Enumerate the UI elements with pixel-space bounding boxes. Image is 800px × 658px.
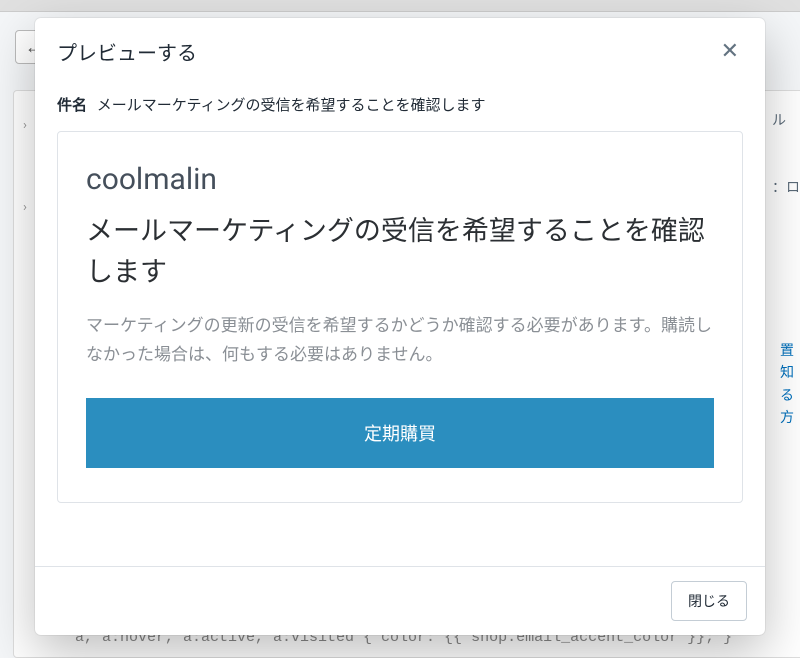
email-preview-card: coolmalin メールマーケティングの受信を希望することを確認します マーケ… [57, 131, 743, 503]
close-button[interactable]: ✕ [717, 36, 743, 66]
spacer [57, 503, 743, 566]
close-icon: ✕ [721, 38, 739, 63]
modal-footer: 閉じる [35, 566, 765, 635]
modal-overlay: プレビューする ✕ 件名 メールマーケティングの受信を希望することを確認します … [0, 0, 800, 648]
modal-title: プレビューする [57, 37, 197, 66]
subscribe-button[interactable]: 定期購買 [86, 398, 714, 468]
close-footer-button[interactable]: 閉じる [671, 581, 747, 621]
email-body-text: マーケティングの更新の受信を希望するかどうか確認する必要があります。購読しなかっ… [86, 312, 714, 370]
preview-modal: プレビューする ✕ 件名 メールマーケティングの受信を希望することを確認します … [35, 18, 765, 635]
modal-header: プレビューする ✕ [35, 18, 765, 84]
modal-body[interactable]: 件名 メールマーケティングの受信を希望することを確認します coolmalin … [35, 84, 765, 566]
brand-name: coolmalin [86, 162, 714, 197]
subject-line: 件名 メールマーケティングの受信を希望することを確認します [57, 94, 743, 115]
subject-label: 件名 [57, 96, 87, 114]
email-headline: メールマーケティングの受信を希望することを確認します [86, 211, 714, 292]
subject-value: メールマーケティングの受信を希望することを確認します [97, 96, 486, 114]
